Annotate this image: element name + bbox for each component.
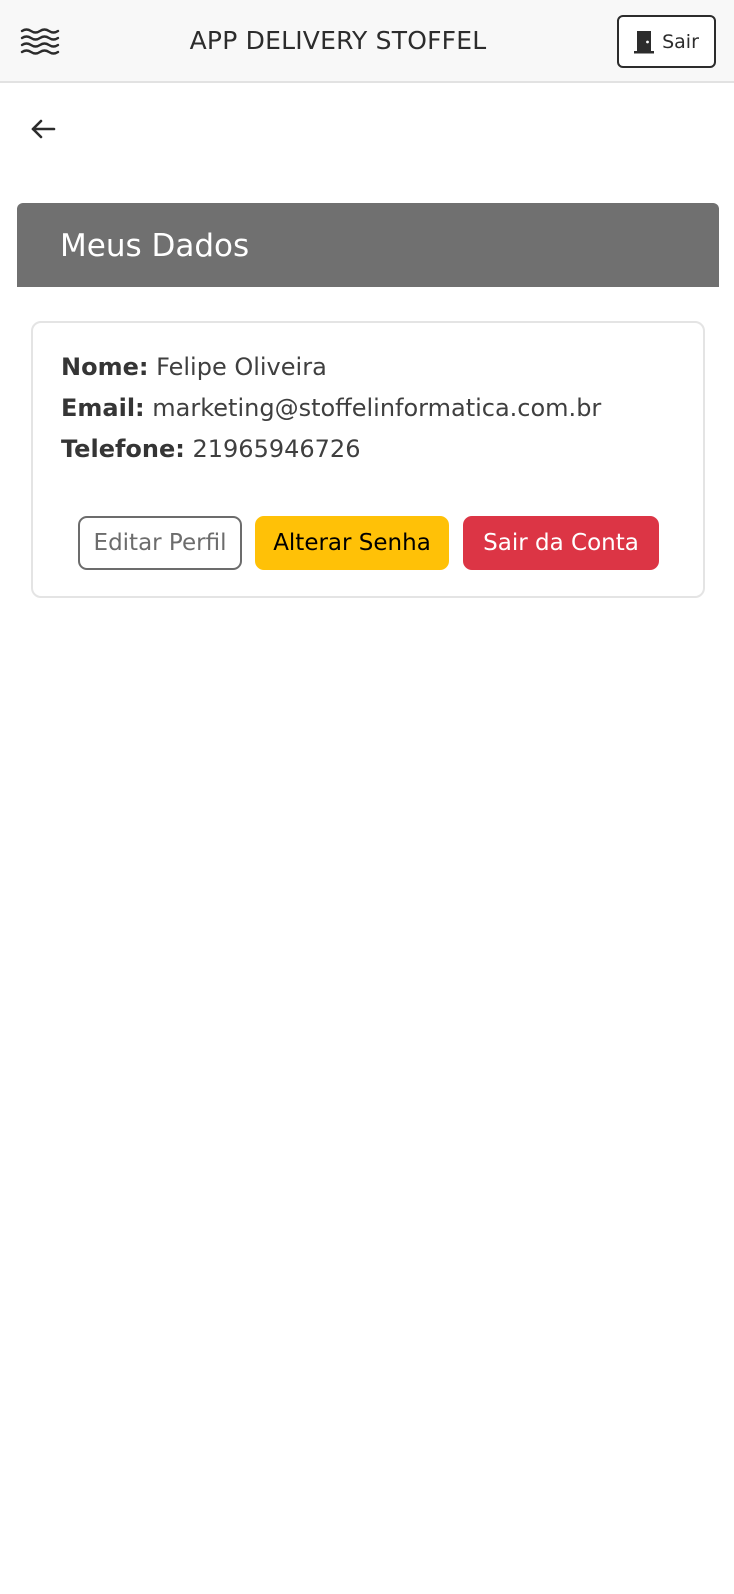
name-value: Felipe Oliveira: [156, 353, 327, 381]
email-value: marketing@stoffelinformatica.com.br: [152, 394, 602, 422]
logout-button-label: Sair: [662, 30, 699, 53]
arrow-left-icon: [31, 119, 56, 139]
edit-profile-button[interactable]: Editar Perfil: [78, 516, 242, 570]
change-password-button[interactable]: Alterar Senha: [255, 516, 449, 570]
profile-phone-row: Telefone: 21965946726: [61, 432, 360, 466]
menu-toggle-button[interactable]: [18, 22, 62, 60]
waves-menu-icon: [20, 28, 60, 55]
profile-card: Nome: Felipe Oliveira Email: marketing@s…: [31, 321, 705, 598]
door-icon: [634, 30, 655, 53]
logout-account-button[interactable]: Sair da Conta: [463, 516, 659, 570]
name-label: Nome:: [61, 353, 149, 381]
email-label: Email:: [61, 394, 145, 422]
phone-value: 21965946726: [192, 435, 361, 463]
section-header: Meus Dados: [17, 203, 719, 287]
top-navbar: APP DELIVERY STOFFEL Sair: [0, 0, 734, 83]
profile-email-row: Email: marketing@stoffelinformatica.com.…: [61, 391, 601, 425]
phone-label: Telefone:: [61, 435, 185, 463]
app-title: APP DELIVERY STOFFEL: [189, 26, 487, 55]
section-title: Meus Dados: [60, 228, 250, 264]
back-button[interactable]: [26, 112, 60, 146]
logout-button[interactable]: Sair: [617, 15, 716, 68]
profile-name-row: Nome: Felipe Oliveira: [61, 350, 327, 384]
